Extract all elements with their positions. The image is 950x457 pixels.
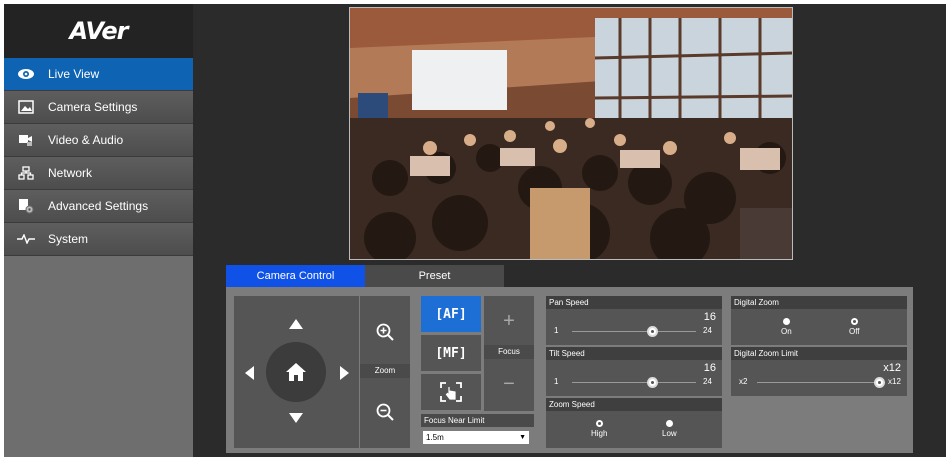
digital-zoom-limit-slider-thumb[interactable] <box>873 377 885 388</box>
tilt-speed-max: 24 <box>703 377 712 386</box>
zoom-speed-low-label: Low <box>662 429 677 438</box>
live-video-image <box>350 8 792 259</box>
zoom-speed-low-radio[interactable]: Low <box>662 420 677 438</box>
caret-down-icon: ▼ <box>519 434 526 441</box>
digital-zoom-limit-max: x12 <box>888 377 901 386</box>
touch-focus-icon <box>440 382 462 402</box>
touch-focus-button[interactable] <box>421 374 481 410</box>
sidebar-item-label: Network <box>48 166 93 180</box>
manual-focus-button[interactable]: [MF] <box>421 335 481 371</box>
pan-speed-min: 1 <box>554 326 559 335</box>
triangle-down-icon <box>289 413 303 423</box>
sidebar-item-camera-settings[interactable]: Camera Settings <box>4 91 193 124</box>
pan-speed-value: 16 <box>703 311 716 323</box>
zoom-controls: Zoom <box>360 296 410 448</box>
sidebar-item-video-audio[interactable]: Video & Audio <box>4 124 193 157</box>
digital-zoom-limit-min: x2 <box>739 377 748 386</box>
sidebar-item-system[interactable]: System <box>4 223 193 256</box>
zoom-speed-block: Zoom Speed High Low <box>546 398 722 448</box>
tab-preset[interactable]: Preset <box>365 265 504 287</box>
pan-speed-block: Pan Speed 16 1 24 <box>546 296 722 345</box>
digital-zoom-limit-block: Digital Zoom Limit x12 x2 x12 <box>731 347 907 396</box>
pan-speed-max: 24 <box>703 326 712 335</box>
control-tabs: Camera Control Preset <box>226 265 504 287</box>
triangle-left-icon <box>244 366 254 380</box>
digital-zoom-limit-slider-track[interactable] <box>757 382 879 383</box>
zoom-out-icon <box>376 403 394 421</box>
focus-far-button[interactable]: − <box>484 364 534 404</box>
home-position-button[interactable] <box>266 342 326 402</box>
digital-zoom-limit-value: x12 <box>883 362 901 374</box>
digital-zoom-off-radio[interactable]: Off <box>849 318 860 336</box>
pan-speed-slider-thumb[interactable] <box>647 326 659 337</box>
tilt-speed-block: Tilt Speed 16 1 24 <box>546 347 722 396</box>
digital-zoom-on-label: On <box>781 327 792 336</box>
radio-unselected-icon <box>850 318 858 325</box>
logo-text: AVer <box>69 17 129 45</box>
pan-up-button[interactable] <box>284 314 308 334</box>
ptz-pad <box>234 296 359 448</box>
digital-zoom-label: Digital Zoom <box>731 296 907 309</box>
triangle-right-icon <box>339 366 349 380</box>
pan-speed-label: Pan Speed <box>546 296 722 309</box>
tilt-speed-value: 16 <box>703 362 716 374</box>
zoom-speed-label: Zoom Speed <box>546 398 722 411</box>
logo: AVer <box>4 4 193 58</box>
radio-selected-icon <box>665 420 673 427</box>
focus-label: Focus <box>484 345 534 359</box>
tab-camera-control[interactable]: Camera Control <box>226 265 365 287</box>
main-content: Camera Control Preset Zoom [AF] [MF] + F… <box>193 4 946 457</box>
sidebar-item-network[interactable]: Network <box>4 157 193 190</box>
zoom-in-button[interactable] <box>360 312 410 352</box>
radio-selected-icon <box>782 318 790 325</box>
live-video-view <box>349 7 793 260</box>
eye-icon <box>14 66 38 82</box>
zoom-label: Zoom <box>360 364 410 378</box>
sidebar-item-label: Video & Audio <box>48 133 124 147</box>
digital-zoom-on-radio[interactable]: On <box>781 318 792 336</box>
focus-near-limit-label: Focus Near Limit <box>421 414 534 427</box>
focus-near-button[interactable]: + <box>484 301 534 341</box>
focus-controls: + Focus − <box>484 296 534 411</box>
camera-control-panel: Zoom [AF] [MF] + Focus − Focus Near Limi… <box>226 287 913 453</box>
sidebar-item-label: Advanced Settings <box>48 199 149 213</box>
zoom-in-icon <box>376 323 394 341</box>
home-icon <box>286 363 306 381</box>
advanced-settings-icon <box>14 198 38 214</box>
focus-near-limit-value: 1.5m <box>426 433 444 442</box>
pan-left-button[interactable] <box>240 361 258 385</box>
zoom-speed-high-label: High <box>591 429 608 438</box>
sidebar-item-advanced-settings[interactable]: Advanced Settings <box>4 190 193 223</box>
pan-speed-slider-track[interactable] <box>572 331 696 332</box>
focus-near-limit-select[interactable]: 1.5m ▼ <box>423 431 529 444</box>
tilt-speed-slider-thumb[interactable] <box>647 377 659 388</box>
digital-zoom-block: Digital Zoom On Off <box>731 296 907 345</box>
tilt-speed-label: Tilt Speed <box>546 347 722 360</box>
auto-focus-button[interactable]: [AF] <box>421 296 481 332</box>
sidebar-item-live-view[interactable]: Live View <box>4 58 193 91</box>
sidebar-item-label: Camera Settings <box>48 100 138 114</box>
sidebar: AVer Live View Camera Settings Video & A… <box>4 4 193 457</box>
sidebar-item-label: System <box>48 232 89 246</box>
image-icon <box>14 99 38 115</box>
radio-unselected-icon <box>595 420 603 427</box>
zoom-speed-high-radio[interactable]: High <box>591 420 607 438</box>
tilt-speed-slider-track[interactable] <box>572 382 696 383</box>
digital-zoom-off-label: Off <box>849 327 860 336</box>
network-icon <box>14 165 38 181</box>
pan-down-button[interactable] <box>284 408 308 428</box>
digital-zoom-limit-label: Digital Zoom Limit <box>731 347 907 360</box>
video-audio-icon <box>14 132 38 148</box>
triangle-up-icon <box>289 319 303 329</box>
zoom-out-button[interactable] <box>360 392 410 432</box>
pulse-icon <box>14 231 38 247</box>
pan-right-button[interactable] <box>335 361 353 385</box>
sidebar-item-label: Live View <box>48 67 100 81</box>
tilt-speed-min: 1 <box>554 377 559 386</box>
